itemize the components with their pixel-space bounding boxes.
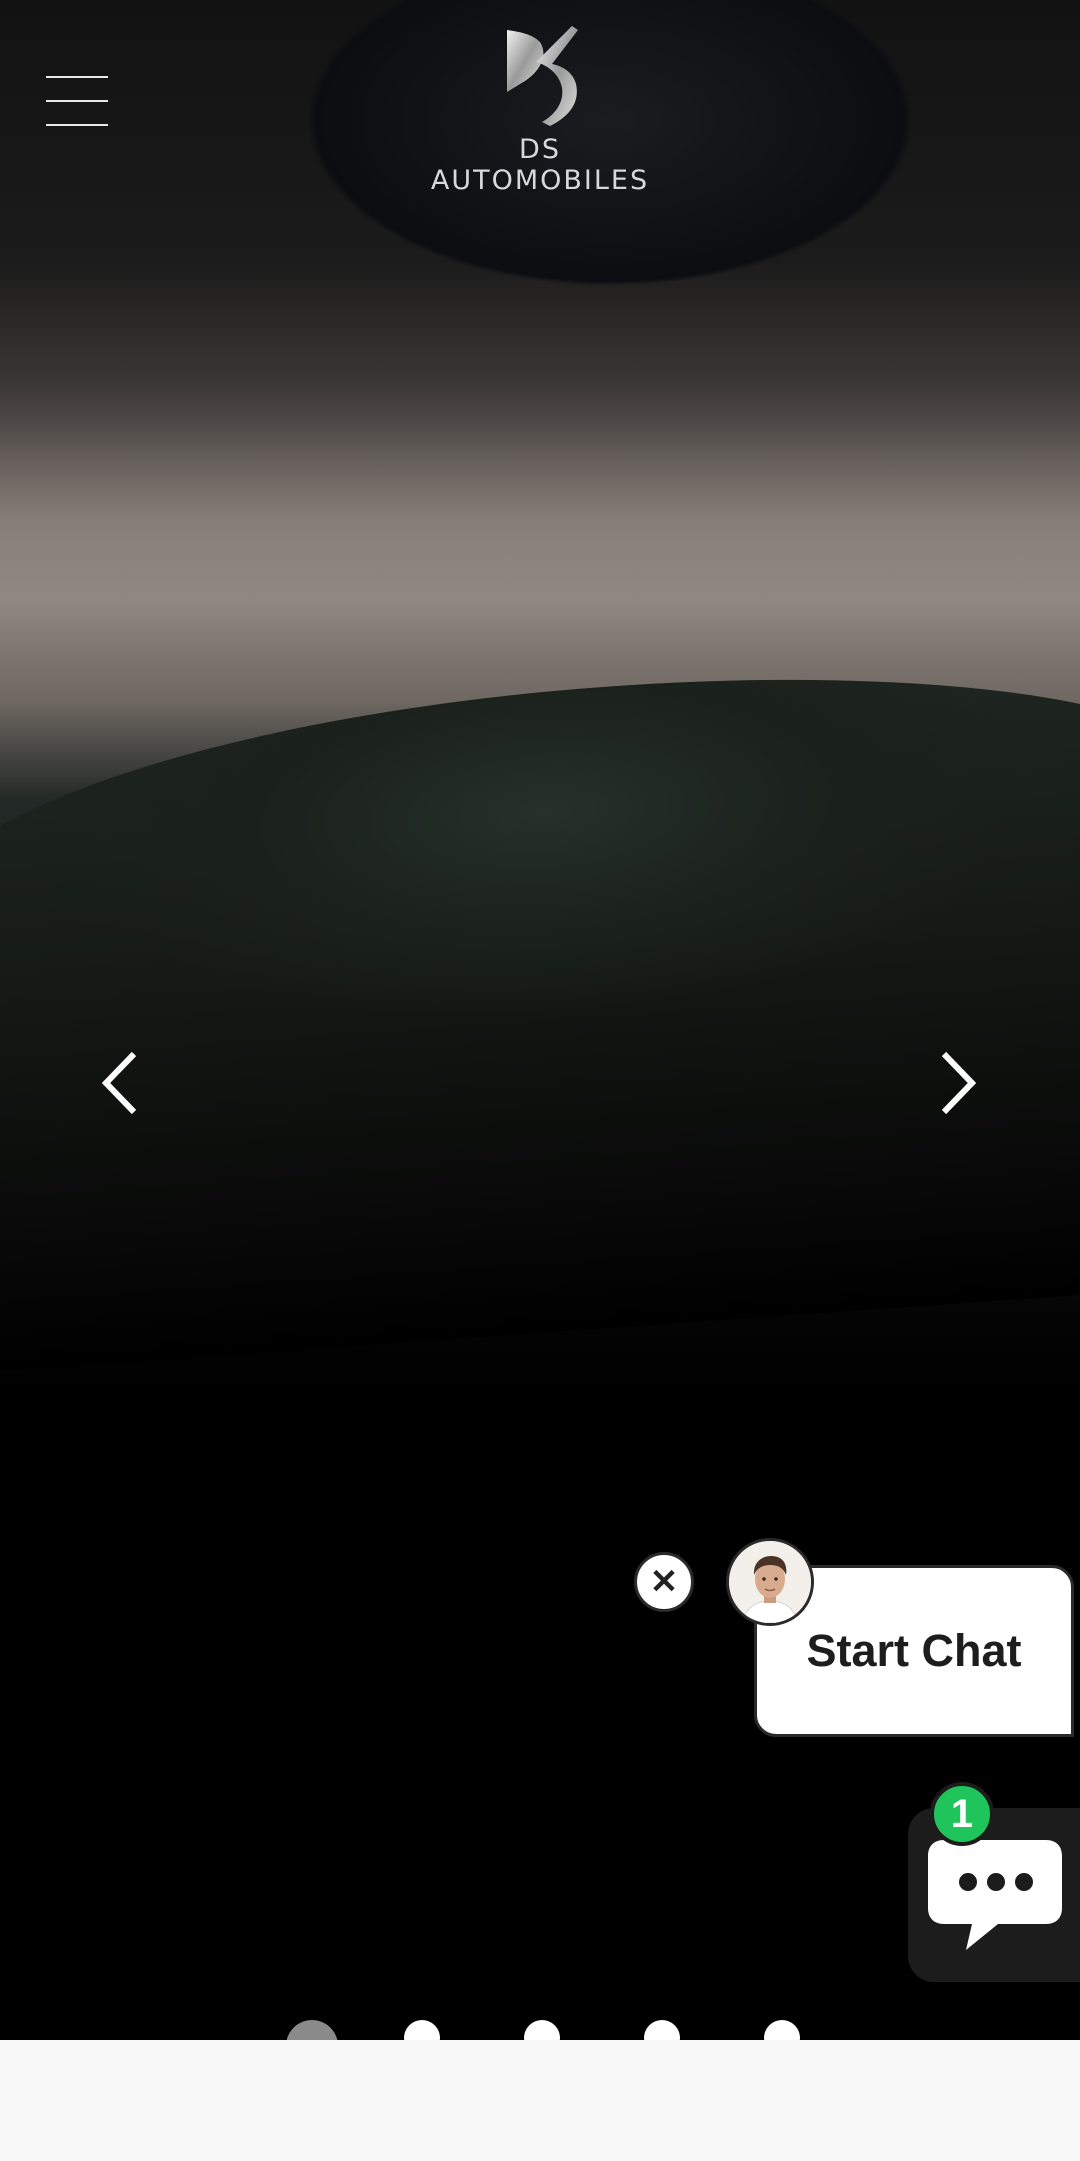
menu-button[interactable]: [46, 76, 108, 126]
chat-bubble-icon: [928, 1840, 1062, 1950]
carousel-prev-button[interactable]: [92, 1048, 152, 1118]
unread-count-badge: 1: [930, 1782, 994, 1846]
agent-avatar-icon: [726, 1538, 814, 1626]
carousel-pagination: [0, 2020, 1080, 2072]
hero-background-grass: [0, 645, 1080, 1375]
hamburger-menu-icon-bar: [46, 100, 108, 102]
ds-logo-icon: [507, 26, 578, 126]
chevron-left-icon: [101, 1051, 137, 1115]
chevron-right-icon: [941, 1051, 977, 1115]
brand-logo[interactable]: DS AUTOMOBILES: [420, 22, 660, 196]
carousel-next-button[interactable]: [932, 1048, 992, 1118]
hero-background-haze: [0, 420, 1080, 660]
brand-name: DS AUTOMOBILES: [430, 134, 650, 196]
hamburger-menu-icon: [46, 76, 108, 78]
hamburger-menu-icon-bar: [46, 124, 108, 126]
chat-launcher-button[interactable]: [908, 1808, 1080, 1982]
close-chat-button[interactable]: ✕: [634, 1552, 694, 1612]
start-chat-label: Start Chat: [806, 1625, 1022, 1676]
page-content-area: [0, 2040, 1080, 2161]
close-icon: ✕: [649, 1563, 679, 1601]
